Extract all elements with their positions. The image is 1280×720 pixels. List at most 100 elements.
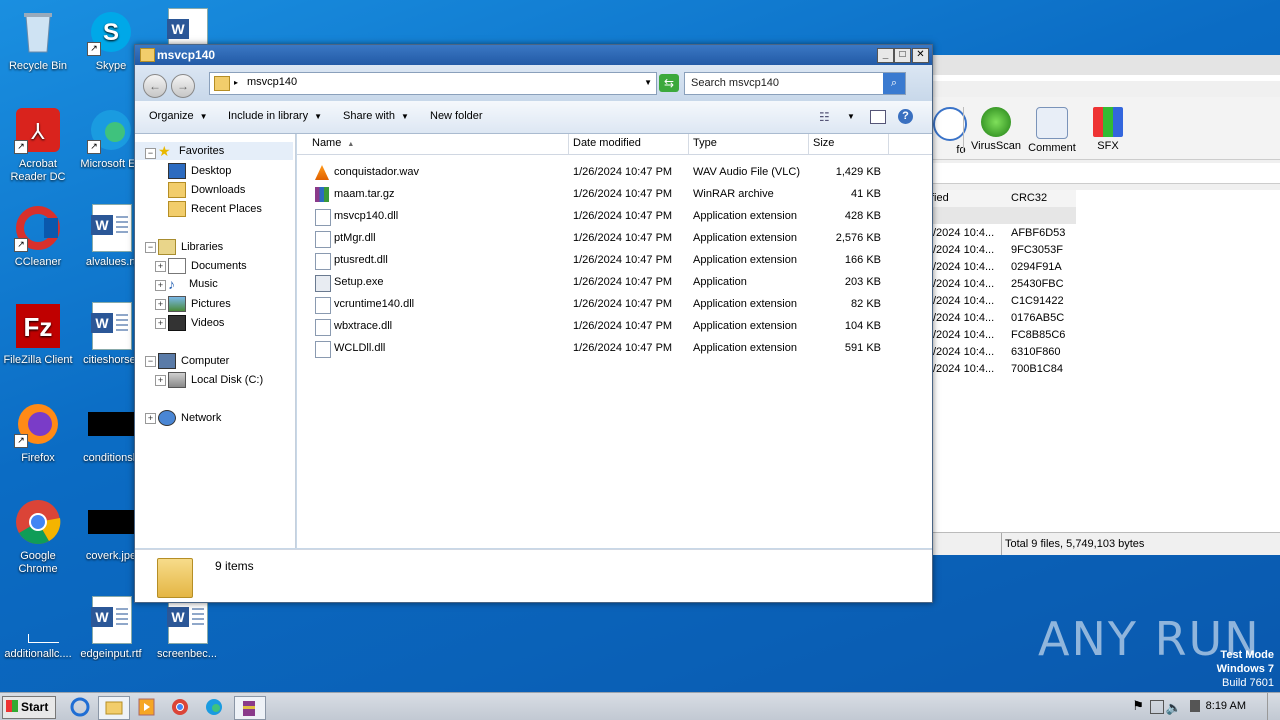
address-bar[interactable]: ▸ msvcp140 ▼	[209, 72, 657, 95]
archive-row-crc: 0176AB5C	[1011, 312, 1065, 324]
toolbar-sfx-button[interactable]: SFX	[1081, 107, 1135, 152]
taskbar-media-player-icon[interactable]	[132, 696, 162, 718]
taskbar-winrar-icon[interactable]	[234, 696, 266, 720]
desktop-icon-chrome[interactable]: Google Chrome	[0, 498, 76, 576]
address-bar-area: ← → ▸ msvcp140 ▼ ⇆ Search msvcp140 ⌕	[135, 65, 932, 101]
file-size: 203 KB	[844, 276, 881, 288]
search-icon[interactable]: ⌕	[883, 73, 905, 94]
column-header-crc32[interactable]: CRC32	[1011, 192, 1047, 204]
help-icon[interactable]: ?	[898, 109, 913, 124]
collapse-icon[interactable]: −	[145, 148, 156, 159]
nav-pictures[interactable]: Pictures	[168, 296, 231, 312]
refresh-icon[interactable]: ⇆	[659, 74, 679, 92]
start-button[interactable]: Start	[2, 696, 56, 719]
desktop-icon-edgeinput[interactable]: W edgeinput.rtf	[73, 596, 149, 661]
maximize-button[interactable]: □	[894, 48, 911, 63]
file-name: WCLDll.dll	[334, 342, 386, 354]
chevron-down-icon[interactable]: ▼	[847, 112, 855, 121]
clock[interactable]: 8:19 AM	[1206, 700, 1246, 712]
file-row[interactable]: ptMgr.dll 1/26/2024 10:47 PM Application e…	[297, 228, 932, 250]
network-tray-icon[interactable]	[1150, 700, 1164, 714]
share-with-button[interactable]: Share with ▼	[343, 110, 409, 122]
breadcrumb-arrow-icon[interactable]: ▸	[234, 78, 238, 87]
back-button[interactable]: ←	[143, 74, 167, 98]
column-header-date-modified[interactable]: Date modified	[573, 137, 641, 149]
ccleaner-icon: ↗	[14, 204, 62, 252]
column-header-type[interactable]: Type	[693, 137, 717, 149]
shortcut-arrow-icon: ↗	[87, 140, 101, 154]
taskbar-chrome-icon[interactable]	[166, 696, 196, 718]
expand-icon[interactable]: +	[155, 375, 166, 386]
nav-libraries[interactable]: Libraries	[158, 239, 223, 255]
file-row[interactable]: WCLDll.dll 1/26/2024 10:47 PM Application …	[297, 338, 932, 360]
close-button[interactable]: ✕	[912, 48, 929, 63]
column-header-size[interactable]: Size	[813, 137, 834, 149]
preview-pane-icon[interactable]	[870, 110, 886, 124]
collapse-icon[interactable]: −	[145, 356, 156, 367]
desktop-icon-filezilla[interactable]: Fz FileZilla Client	[0, 302, 76, 367]
file-row[interactable]: Setup.exe 1/26/2024 10:47 PM Application 20…	[297, 272, 932, 294]
skype-icon: S ↗	[87, 8, 135, 56]
chevron-down-icon[interactable]: ▼	[644, 78, 652, 87]
include-in-library-button[interactable]: Include in library ▼	[228, 110, 322, 122]
collapse-icon[interactable]: −	[145, 242, 156, 253]
dll-icon	[315, 209, 331, 226]
expand-icon[interactable]: +	[155, 318, 166, 329]
organize-button[interactable]: Organize ▼	[149, 110, 208, 122]
sort-ascending-icon: ▲	[347, 141, 355, 148]
dll-icon	[315, 319, 331, 336]
expand-icon[interactable]: +	[145, 413, 156, 424]
column-header-modified[interactable]: fied	[931, 192, 949, 204]
desktop-icon-additionallc[interactable]: additionallc....	[0, 596, 76, 661]
nav-favorites[interactable]: ★ Favorites	[158, 144, 224, 158]
desktop-icon-ccleaner[interactable]: ↗ CCleaner	[0, 204, 76, 269]
file-type: WinRAR archive	[693, 188, 774, 200]
file-type: WAV Audio File (VLC)	[693, 166, 800, 178]
archive-row-crc: C1C91422	[1011, 295, 1064, 307]
windows-test-mode-watermark: Test Mode Windows 7 Build 7601	[1217, 648, 1274, 690]
nav-desktop[interactable]: Desktop	[168, 163, 231, 179]
nav-local-disk[interactable]: Local Disk (C:)	[168, 372, 263, 388]
desktop-icon-screenbec[interactable]: W screenbec...	[149, 596, 225, 661]
taskbar-ie-icon[interactable]	[66, 696, 96, 718]
nav-music[interactable]: ♪ Music	[168, 277, 218, 291]
watermark-line: Test Mode	[1220, 649, 1274, 661]
expand-icon[interactable]: +	[155, 299, 166, 310]
expand-icon[interactable]: +	[155, 261, 166, 272]
view-options-icon[interactable]: ☷	[819, 110, 830, 124]
shortcut-arrow-icon: ↗	[14, 140, 28, 154]
new-folder-button[interactable]: New folder	[430, 110, 483, 122]
nav-downloads[interactable]: Downloads	[168, 182, 245, 198]
nav-network[interactable]: Network	[158, 410, 221, 426]
toolbar-virusscan-button[interactable]: VirusScan	[969, 107, 1023, 152]
desktop-icon-firefox[interactable]: ↗ Firefox	[0, 400, 76, 465]
show-desktop-button[interactable]	[1267, 693, 1280, 720]
file-row[interactable]: wbxtrace.dll 1/26/2024 10:47 PM Applicatio…	[297, 316, 932, 338]
nav-videos[interactable]: Videos	[168, 315, 224, 331]
archiver-status-text: Total 9 files, 5,749,103 bytes	[1005, 538, 1145, 550]
nav-documents[interactable]: Documents	[168, 258, 247, 274]
search-input[interactable]: Search msvcp140 ⌕	[684, 72, 906, 95]
file-row[interactable]: conquistador.wav 1/26/2024 10:47 PM WAV Au…	[297, 162, 932, 184]
file-row[interactable]: vcruntime140.dll 1/26/2024 10:47 PM Applic…	[297, 294, 932, 316]
column-header-name[interactable]: Name ▲	[312, 137, 354, 149]
taskbar-explorer-icon[interactable]	[98, 696, 130, 720]
nav-computer[interactable]: Computer	[158, 353, 229, 369]
flag-icon[interactable]: ⚑	[1132, 698, 1144, 714]
volume-icon[interactable]: 🔈	[1166, 700, 1182, 716]
forward-button[interactable]: →	[171, 74, 195, 98]
title-bar[interactable]: msvcp140 _ □ ✕	[135, 45, 932, 65]
taskbar-edge-icon[interactable]	[200, 696, 230, 718]
file-date: 1/26/2024 10:47 PM	[573, 210, 673, 222]
minimize-button[interactable]: _	[877, 48, 894, 63]
file-row[interactable]: msvcp140.dll 1/26/2024 10:47 PM Applicatio…	[297, 206, 932, 228]
file-row[interactable]: ptusredt.dll 1/26/2024 10:47 PM Applicatio…	[297, 250, 932, 272]
folder-icon	[140, 48, 155, 62]
power-tray-icon[interactable]	[1190, 700, 1200, 712]
nav-recent-places[interactable]: Recent Places	[168, 201, 262, 217]
desktop-icon-acrobat[interactable]: ⅄ ↗ Acrobat Reader DC	[0, 106, 76, 184]
desktop-icon-recycle-bin[interactable]: Recycle Bin	[0, 8, 76, 73]
file-row[interactable]: maam.tar.gz 1/26/2024 10:47 PM WinRAR arch…	[297, 184, 932, 206]
toolbar-comment-button[interactable]: Comment	[1025, 107, 1079, 154]
expand-icon[interactable]: +	[155, 280, 166, 291]
